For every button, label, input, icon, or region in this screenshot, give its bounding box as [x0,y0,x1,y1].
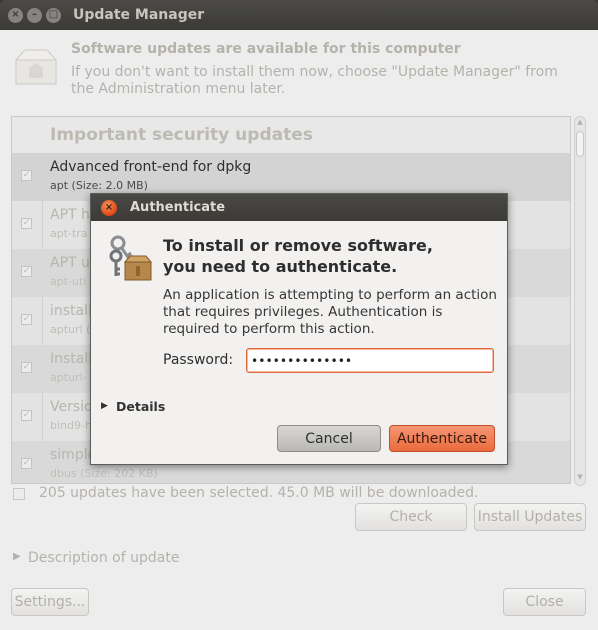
list-scrollbar[interactable]: ▲ ▼ [574,116,586,486]
scroll-down-icon[interactable]: ▼ [575,473,585,481]
expander-arrow-icon[interactable]: ▶ [13,551,21,562]
details-arrow-icon[interactable]: ▶ [101,401,108,411]
item-name: Advanced front-end for dpkg [50,159,252,175]
dialog-heading: To install or remove software, you need … [163,235,503,277]
window-minimize-icon[interactable]: – [27,7,42,23]
item-checkbox[interactable]: ✓ [21,170,32,181]
keys-package-icon [109,235,153,281]
download-summary: 205 updates have been selected. 45.0 MB … [39,485,479,501]
item-checkbox[interactable]: ✓ [21,314,32,325]
group-label: Important security updates [50,125,313,145]
item-detail: apturl- [50,371,87,384]
item-detail: dbus (Size: 202 KB) [50,467,158,480]
authenticate-button[interactable]: Authenticate [389,425,495,452]
item-detail: bind9-h [50,419,92,432]
item-name: APT u [50,255,90,271]
item-checkbox[interactable]: ✓ [21,458,32,469]
check-button[interactable]: Check [355,503,467,531]
item-name: Install [50,351,93,367]
password-label: Password: [163,352,234,368]
item-detail: apt-uti [50,275,87,288]
dialog-close-icon[interactable]: × [101,199,117,216]
window-maximize-icon[interactable]: □ [46,7,61,23]
item-name: Versio [50,399,93,415]
item-name: APT h [50,207,90,223]
window-close-icon[interactable]: × [8,7,23,23]
item-checkbox[interactable]: ✓ [21,266,32,277]
heading-line-1: To install or remove software, [163,236,433,255]
header-title: Software updates are available for this … [71,41,461,57]
item-detail: apturl ( [50,323,91,336]
group-row-security[interactable]: Important security updates [12,117,570,153]
heading-line-2: you need to authenticate. [163,257,398,276]
install-updates-button[interactable]: Install Updates [474,503,586,531]
dialog-titlebar[interactable]: × Authenticate [91,194,507,221]
scroll-thumb[interactable] [576,131,584,157]
dialog-title: Authenticate [130,200,226,215]
select-all-checkbox[interactable] [13,488,25,500]
dialog-message: An application is attempting to perform … [163,287,497,337]
item-name: install [50,303,92,319]
item-checkbox[interactable]: ✓ [21,410,32,421]
description-expander[interactable]: Description of update [28,550,179,566]
close-button[interactable]: Close [503,588,586,616]
authenticate-dialog[interactable]: × Authenticate To install or remove soft… [90,193,508,465]
software-package-icon [14,49,58,85]
window-title: Update Manager [73,7,205,23]
password-field[interactable] [246,348,494,373]
header-subtitle: If you don't want to install them now, c… [71,64,558,97]
window-titlebar[interactable]: × – □ Update Manager [0,0,598,30]
item-checkbox[interactable]: ✓ [21,362,32,373]
details-expander[interactable]: Details [116,399,165,414]
item-detail: apt-tra [50,227,88,240]
item-checkbox[interactable]: ✓ [21,218,32,229]
scroll-up-icon[interactable]: ▲ [575,118,585,126]
item-detail: apt (Size: 2.0 MB) [50,179,148,192]
cancel-button[interactable]: Cancel [277,425,381,452]
settings-button[interactable]: Settings... [11,588,89,616]
